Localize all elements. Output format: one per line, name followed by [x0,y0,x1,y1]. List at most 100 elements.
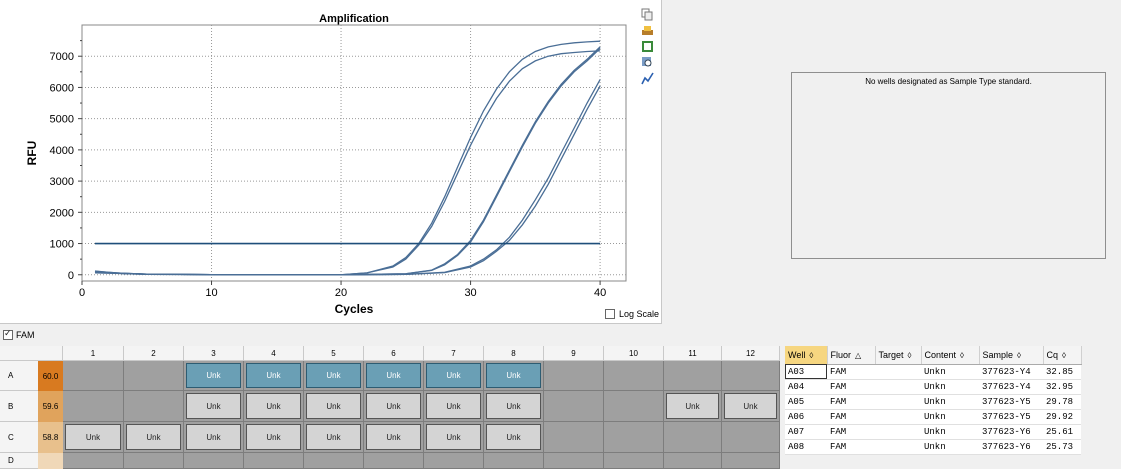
table-cell[interactable]: FAM [827,394,875,410]
table-cell[interactable]: Unkn [921,379,979,395]
table-cell[interactable]: A03 [785,364,827,380]
table-cell[interactable]: 29.78 [1043,394,1081,410]
plate-well[interactable]: Unk [304,391,364,422]
plate-well[interactable]: Unk [364,391,424,422]
table-cell[interactable]: 32.85 [1043,364,1081,380]
fam-checkbox[interactable] [3,328,13,340]
plate-column-header[interactable]: 4 [244,346,304,361]
plate-well[interactable]: Unk [184,422,244,453]
plate-well[interactable]: Unk [364,422,424,453]
plate-row-header[interactable]: A [0,361,38,391]
plate-column-header[interactable]: 10 [604,346,664,361]
plate-column-header[interactable]: 7 [424,346,484,361]
table-cell[interactable]: 377623-Y5 [979,394,1043,410]
plate-well[interactable] [244,453,304,469]
print-icon[interactable] [641,24,654,37]
plate-column-header[interactable]: 5 [304,346,364,361]
table-cell[interactable]: Unkn [921,409,979,425]
table-cell[interactable] [875,394,921,410]
table-cell[interactable]: A07 [785,424,827,440]
zoom-icon[interactable] [641,56,654,69]
plate-well[interactable] [124,391,184,422]
plate-well[interactable] [424,453,484,469]
table-cell[interactable]: 377623-Y5 [979,409,1043,425]
plate-well[interactable]: Unk [722,391,780,422]
plate-well[interactable] [722,453,780,469]
table-cell[interactable] [875,379,921,395]
plate-well[interactable] [664,422,722,453]
plate-well[interactable]: Unk [484,422,544,453]
plate-well[interactable] [124,361,184,391]
plate-well[interactable] [544,361,604,391]
plate-well[interactable] [63,361,124,391]
plate-well[interactable]: Unk [424,391,484,422]
table-cell[interactable] [875,409,921,425]
plate-well[interactable]: Unk [364,361,424,391]
plate-well[interactable]: Unk [664,391,722,422]
plate-well[interactable]: Unk [484,361,544,391]
plate-well[interactable] [604,361,664,391]
plate-column-header[interactable]: 1 [63,346,124,361]
table-cell[interactable]: 377623-Y6 [979,424,1043,440]
table-cell[interactable]: Unkn [921,394,979,410]
plate-well[interactable] [604,391,664,422]
plate-well[interactable] [604,422,664,453]
table-cell[interactable]: Unkn [921,424,979,440]
table-cell[interactable] [875,439,921,455]
sort-icon[interactable]: △ [855,351,861,360]
plate-well[interactable]: Unk [424,361,484,391]
column-header-content[interactable]: Content ◊ [921,346,980,365]
table-row[interactable]: A06 FAM Unkn 377623-Y5 29.92 [785,409,1081,425]
plate-well[interactable] [544,453,604,469]
plate-well[interactable] [544,422,604,453]
plate-well[interactable] [664,361,722,391]
table-row[interactable]: A08 FAM Unkn 377623-Y6 25.73 [785,439,1081,455]
plate-well[interactable] [63,391,124,422]
plate-well[interactable] [722,422,780,453]
log-scale-checkbox[interactable] [605,309,615,319]
plate-well[interactable]: Unk [244,422,304,453]
table-row[interactable]: A05 FAM Unkn 377623-Y5 29.78 [785,394,1081,410]
plate-well[interactable] [722,361,780,391]
plate-well[interactable] [63,453,124,469]
plate-column-header[interactable]: 9 [544,346,604,361]
table-cell[interactable]: 32.95 [1043,379,1081,395]
export-icon[interactable] [641,40,654,53]
column-header-fluor[interactable]: Fluor △ [827,346,876,365]
plate-column-header[interactable]: 8 [484,346,544,361]
plate-well[interactable] [544,391,604,422]
table-cell[interactable]: Unkn [921,439,979,455]
plate-row-header[interactable]: D [0,453,38,469]
plate-well[interactable]: Unk [124,422,184,453]
table-cell[interactable]: FAM [827,424,875,440]
plate-well[interactable]: Unk [244,391,304,422]
plate-well[interactable]: Unk [63,422,124,453]
column-header-cq[interactable]: Cq ◊ [1043,346,1082,365]
plate-well[interactable] [604,453,664,469]
sort-icon[interactable]: ◊ [809,351,813,360]
plate-well[interactable]: Unk [484,391,544,422]
table-cell[interactable]: FAM [827,409,875,425]
plate-column-header[interactable]: 12 [722,346,780,361]
plate-well[interactable] [124,453,184,469]
table-cell[interactable]: 25.73 [1043,439,1081,455]
table-row[interactable]: A03 FAM Unkn 377623-Y4 32.85 [785,364,1081,380]
column-header-sample[interactable]: Sample ◊ [979,346,1044,365]
sort-icon[interactable]: ◊ [1062,351,1066,360]
plate-column-header[interactable]: 3 [184,346,244,361]
plate-well[interactable]: Unk [304,422,364,453]
sort-icon[interactable]: ◊ [960,351,964,360]
plate-well[interactable]: Unk [244,361,304,391]
table-cell[interactable] [875,364,921,380]
table-cell[interactable]: 29.92 [1043,409,1081,425]
plate-well[interactable] [484,453,544,469]
table-cell[interactable]: 25.61 [1043,424,1081,440]
chart-settings-icon[interactable] [641,72,654,85]
table-cell[interactable]: 377623-Y4 [979,379,1043,395]
column-header-well[interactable]: Well ◊ [785,346,828,365]
sort-icon[interactable]: ◊ [908,351,912,360]
sort-icon[interactable]: ◊ [1017,351,1021,360]
plate-well[interactable] [304,453,364,469]
table-cell[interactable]: 377623-Y4 [979,364,1043,380]
table-cell[interactable]: FAM [827,379,875,395]
